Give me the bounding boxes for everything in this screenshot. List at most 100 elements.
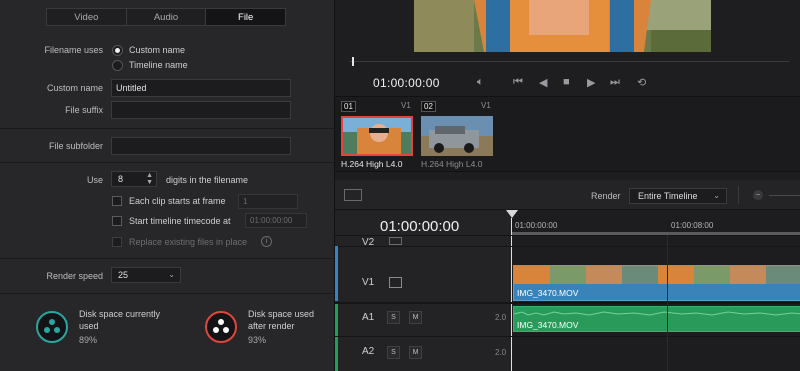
file-suffix-label: File suffix	[65, 105, 103, 115]
start-timecode-input[interactable]: 01:00:00:00	[245, 213, 307, 228]
replace-files-checkbox[interactable]	[112, 237, 122, 247]
clip-track: V1	[481, 101, 491, 110]
render-settings-panel: Video Audio File Filename uses Custom na…	[0, 0, 334, 371]
clip-strip: 01 V1 H.264 High L4.0 02 V1 H.264 High L…	[335, 96, 800, 172]
start-timecode-label: Start timeline timecode at	[129, 216, 231, 226]
render-label: Render	[591, 191, 621, 201]
tab-file[interactable]: File	[206, 9, 286, 25]
disk-after-label: Disk space used	[248, 309, 315, 319]
custom-name-input[interactable]: Untitled	[111, 79, 291, 97]
render-speed-select[interactable]: 25 ⌄	[111, 267, 181, 283]
each-clip-checkbox[interactable]	[112, 196, 122, 206]
chevron-down-icon: ⌄	[713, 191, 720, 200]
disk-current-label-2: used	[79, 321, 99, 331]
tab-video[interactable]: Video	[47, 9, 127, 25]
stop-icon[interactable]: ■	[563, 76, 570, 88]
render-speed-value: 25	[118, 270, 129, 280]
video-clip[interactable]: IMG_3470.MOV	[513, 265, 800, 301]
audio-clip-name: IMG_3470.MOV	[517, 320, 579, 330]
clip-track: V1	[401, 101, 411, 110]
custom-name-option-label: Custom name	[129, 45, 186, 55]
custom-name-label: Custom name	[46, 83, 103, 93]
video-clip-thumbnails	[514, 266, 800, 284]
divider	[0, 258, 334, 259]
divider	[335, 302, 800, 304]
volume-icon[interactable]: 🔈︎	[477, 76, 484, 89]
timeline-toolbar: Render Entire Timeline ⌄ −	[335, 180, 800, 210]
each-clip-label: Each clip starts at frame	[129, 196, 226, 206]
timeline-name-option-label: Timeline name	[129, 60, 188, 70]
clip-number: 01	[341, 101, 356, 112]
play-icon[interactable]: ▶	[587, 76, 595, 89]
go-to-start-icon[interactable]: ⏮︎	[513, 76, 523, 89]
loop-icon[interactable]: ⟲	[637, 76, 646, 89]
disk-after-value: 93%	[248, 335, 267, 345]
film-icon[interactable]	[389, 237, 402, 245]
track-label-a1: A1	[362, 312, 375, 323]
divider	[335, 235, 800, 236]
track-label-a2: A2	[362, 346, 375, 357]
solo-button[interactable]: S	[387, 311, 400, 324]
track-volume: 2.0	[495, 313, 507, 322]
film-icon[interactable]	[389, 277, 402, 288]
timeline-view-icon[interactable]	[344, 189, 362, 201]
stepper-arrows-icon[interactable]: ▲ ▼	[146, 172, 153, 186]
file-suffix-input[interactable]	[111, 101, 291, 119]
divider	[738, 186, 739, 204]
track-target-indicator	[335, 304, 338, 371]
zoom-slider[interactable]	[769, 195, 800, 196]
playhead-line	[511, 218, 512, 371]
mute-button[interactable]: M	[409, 311, 422, 324]
go-to-end-icon[interactable]: ⏭︎	[610, 76, 620, 89]
clip-thumbnail[interactable]	[421, 116, 493, 156]
audio-clip[interactable]: IMG_3470.MOV	[513, 306, 800, 332]
custom-name-radio[interactable]	[112, 45, 123, 56]
digits-stepper[interactable]: 8 ▲ ▼	[111, 171, 157, 187]
play-reverse-icon[interactable]: ◀	[539, 76, 547, 89]
divider	[0, 162, 334, 163]
ruler-timecode: 01:00:08:00	[671, 221, 714, 230]
render-range-value: Entire Timeline	[638, 191, 698, 201]
track-target-indicator	[335, 246, 338, 301]
viewer-image	[414, 0, 711, 52]
timeline-gridline	[667, 235, 668, 371]
info-icon[interactable]: i	[261, 236, 272, 247]
clip-number: 02	[421, 101, 436, 112]
clip-thumbnail[interactable]	[341, 116, 413, 156]
use-label: Use	[86, 175, 103, 185]
render-range-select[interactable]: Entire Timeline ⌄	[629, 188, 727, 204]
clip-codec: H.264 High L4.0	[341, 159, 403, 169]
filename-uses-label: Filename uses	[44, 45, 103, 55]
divider	[335, 336, 800, 337]
video-clip-name: IMG_3470.MOV	[517, 288, 579, 298]
track-label-v1: V1	[362, 277, 375, 288]
tab-audio[interactable]: Audio	[127, 9, 207, 25]
mute-button[interactable]: M	[409, 346, 422, 359]
clip-codec: H.264 High L4.0	[421, 159, 483, 169]
chevron-down-icon: ⌄	[168, 270, 175, 279]
digits-value: 8	[118, 174, 124, 184]
divider	[0, 293, 334, 294]
viewer-playhead[interactable]	[352, 57, 354, 66]
disk-current-value: 89%	[79, 335, 98, 345]
settings-tabs: Video Audio File	[46, 8, 286, 26]
playhead-handle[interactable]	[506, 210, 518, 218]
divider	[335, 246, 800, 247]
timeline-name-radio[interactable]	[112, 60, 123, 71]
ruler-timecode: 01:00:00:00	[515, 221, 558, 230]
render-speed-label: Render speed	[46, 271, 103, 281]
disk-after-icon	[205, 311, 237, 343]
digits-label: digits in the filename	[166, 175, 249, 185]
disk-after-label-2: after render	[248, 321, 295, 331]
start-timecode-checkbox[interactable]	[112, 216, 122, 226]
disk-current-label: Disk space currently	[79, 309, 161, 319]
file-subfolder-input[interactable]	[111, 137, 291, 155]
audio-waveform	[514, 311, 800, 316]
track-volume: 2.0	[495, 348, 507, 357]
viewer-scrub-bar[interactable]	[349, 61, 789, 62]
start-frame-input[interactable]: 1	[238, 194, 298, 209]
zoom-out-icon[interactable]: −	[753, 190, 763, 200]
file-subfolder-label: File subfolder	[48, 141, 103, 151]
replace-files-label: Replace existing files in place	[129, 237, 248, 247]
solo-button[interactable]: S	[387, 346, 400, 359]
